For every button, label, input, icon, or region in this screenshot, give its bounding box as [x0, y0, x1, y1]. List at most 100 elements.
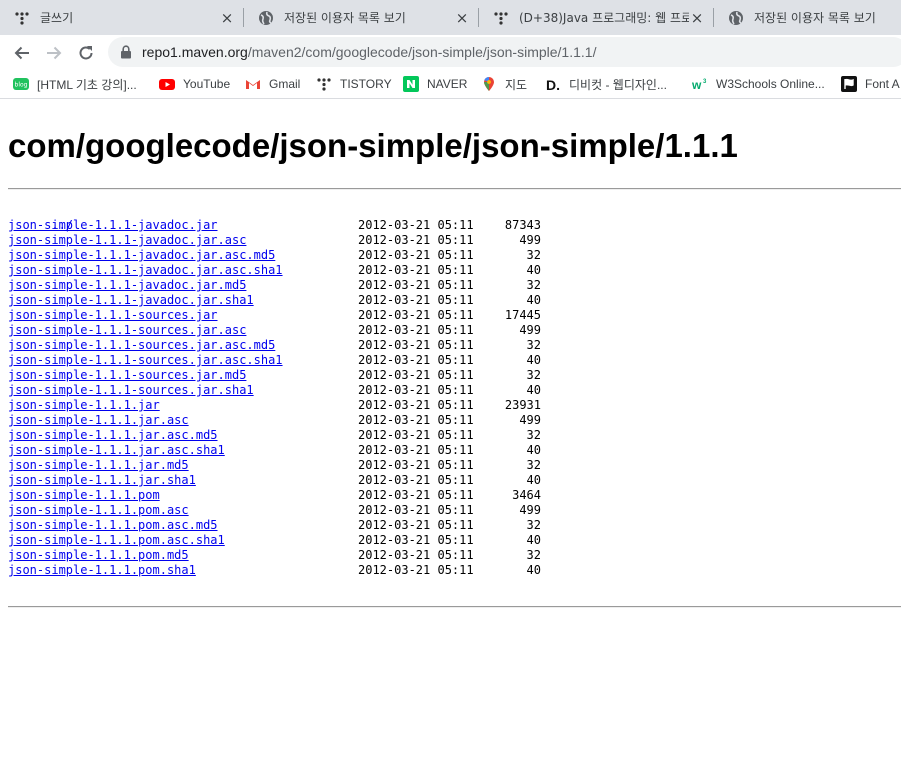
file-size: 87343 [504, 218, 541, 232]
file-date: 2012-03-21 05:11 [358, 293, 474, 307]
file-size: 40 [526, 563, 541, 577]
file-row: json-simple-1.1.1-javadoc.jar.asc.sha1 20… [8, 263, 608, 278]
file-link[interactable]: json-simple-1.1.1-sources.jar [8, 308, 218, 322]
globe-icon [259, 10, 273, 25]
bookmark-html-course[interactable]: blog [HTML 기초 강의]... [13, 70, 137, 98]
bookmark-youtube[interactable]: YouTube [159, 70, 230, 98]
file-row: json-simple-1.1.1.jar.md5 2012-03-21 05:1… [8, 458, 608, 473]
file-link[interactable]: json-simple-1.1.1.jar.asc.md5 [8, 428, 218, 442]
tab-saved-users-2[interactable]: 저장된 이용자 목록 보기 [714, 0, 901, 35]
bookmark-gmail[interactable]: Gmail [245, 70, 300, 98]
bookmark-label: W3Schools Online... [716, 77, 825, 91]
bookmark-tistory[interactable]: TISTORY [316, 70, 392, 98]
file-size: 32 [526, 248, 541, 262]
file-size: 32 [526, 278, 541, 292]
back-button[interactable] [9, 40, 35, 66]
file-link[interactable]: json-simple-1.1.1.jar.asc.sha1 [8, 443, 225, 457]
file-link[interactable]: json-simple-1.1.1.pom [8, 488, 160, 502]
file-link[interactable]: json-simple-1.1.1.jar.md5 [8, 458, 189, 472]
file-size: 40 [526, 533, 541, 547]
file-date: 2012-03-21 05:11 [358, 263, 474, 277]
tab-saved-users[interactable]: 저장된 이용자 목록 보기 × [244, 0, 478, 35]
bookmark-maps[interactable]: 지도 [481, 70, 527, 98]
tab-write[interactable]: 글쓰기 × [0, 0, 243, 35]
reload-button[interactable] [73, 40, 99, 66]
file-size: 499 [519, 413, 541, 427]
file-link[interactable]: json-simple-1.1.1-sources.jar.asc.sha1 [8, 353, 283, 367]
file-date: 2012-03-21 05:11 [358, 323, 474, 337]
file-date: 2012-03-21 05:11 [358, 473, 474, 487]
file-link[interactable]: json-simple-1.1.1.pom.asc.sha1 [8, 533, 225, 547]
file-link[interactable]: json-simple-1.1.1.pom.asc [8, 503, 189, 517]
file-date: 2012-03-21 05:11 [358, 548, 474, 562]
file-date: 2012-03-21 05:11 [358, 218, 474, 232]
file-link[interactable]: json-simple-1.1.1.pom.asc.md5 [8, 518, 218, 532]
file-row: json-simple-1.1.1.pom.asc.sha1 2012-03-21… [8, 533, 608, 548]
file-link[interactable]: json-simple-1.1.1-sources.jar.asc [8, 323, 246, 337]
lock-icon[interactable] [120, 45, 132, 59]
divider-bottom [8, 606, 901, 608]
file-date: 2012-03-21 05:11 [358, 248, 474, 262]
file-rows: json-simple-1.1.1-javadoc.jar 2012-03-21 … [8, 218, 608, 578]
bookmark-w3schools[interactable]: w3 W3Schools Online... [692, 70, 825, 98]
tab-strip: 글쓰기 × 저장된 이용자 목록 보기 × (D+38)Java 프로그래밍: … [0, 0, 901, 35]
file-link[interactable]: json-simple-1.1.1-javadoc.jar.asc [8, 233, 246, 247]
tab-title: (D+38)Java 프로그래밍: 웹 프로 [519, 11, 689, 25]
file-row: json-simple-1.1.1-sources.jar 2012-03-21 … [8, 308, 608, 323]
file-date: 2012-03-21 05:11 [358, 353, 474, 367]
tab-java-programming[interactable]: (D+38)Java 프로그래밍: 웹 프로 × [479, 0, 713, 35]
bookmark-naver[interactable]: NAVER [403, 70, 467, 98]
file-row: json-simple-1.1.1.pom.md5 2012-03-21 05:1… [8, 548, 608, 563]
file-size: 40 [526, 443, 541, 457]
file-link[interactable]: json-simple-1.1.1-javadoc.jar.asc.md5 [8, 248, 275, 262]
url-path: /maven2/com/googlecode/json-simple/json-… [247, 44, 597, 60]
file-row: json-simple-1.1.1-sources.jar.asc.md5 201… [8, 338, 608, 353]
file-date: 2012-03-21 05:11 [358, 338, 474, 352]
google-maps-icon [481, 76, 497, 92]
tab-title: 저장된 이용자 목록 보기 [284, 11, 406, 25]
reload-icon [79, 46, 93, 60]
arrow-left-icon [14, 46, 29, 60]
file-size: 40 [526, 353, 541, 367]
tab-title: 저장된 이용자 목록 보기 [754, 11, 876, 25]
file-link[interactable]: json-simple-1.1.1-javadoc.jar.md5 [8, 278, 246, 292]
file-size: 499 [519, 233, 541, 247]
file-date: 2012-03-21 05:11 [358, 533, 474, 547]
browser-toolbar: repo1.maven.org/maven2/com/googlecode/js… [0, 35, 901, 70]
close-icon[interactable]: × [219, 9, 235, 27]
file-row: json-simple-1.1.1.jar.sha1 2012-03-21 05:… [8, 473, 608, 488]
file-link[interactable]: json-simple-1.1.1.pom.md5 [8, 548, 189, 562]
file-listing: ../ json-simple-1.1.1-javadoc.jar 2012-03… [8, 203, 608, 578]
file-date: 2012-03-21 05:11 [358, 488, 474, 502]
forward-button[interactable] [41, 40, 67, 66]
file-row: json-simple-1.1.1-sources.jar.md5 2012-03… [8, 368, 608, 383]
file-row: json-simple-1.1.1.jar.asc.md5 2012-03-21 … [8, 428, 608, 443]
bookmark-label: Gmail [269, 77, 301, 91]
file-link[interactable]: json-simple-1.1.1-sources.jar.asc.md5 [8, 338, 275, 352]
file-link[interactable]: json-simple-1.1.1-javadoc.jar [8, 218, 218, 232]
file-link[interactable]: json-simple-1.1.1.jar.asc [8, 413, 189, 427]
url-text[interactable]: repo1.maven.org/maven2/com/googlecode/js… [142, 44, 596, 60]
file-date: 2012-03-21 05:11 [358, 398, 474, 412]
svg-text:w: w [692, 78, 702, 92]
file-link[interactable]: json-simple-1.1.1-javadoc.jar.sha1 [8, 293, 254, 307]
close-icon[interactable]: × [689, 9, 705, 27]
bookmark-dbcut[interactable]: D. 디비컷 - 웹디자인... [545, 70, 667, 98]
close-icon[interactable]: × [454, 9, 470, 27]
file-row: json-simple-1.1.1.jar.asc 2012-03-21 05:1… [8, 413, 608, 428]
file-link[interactable]: json-simple-1.1.1-javadoc.jar.asc.sha1 [8, 263, 283, 277]
address-bar[interactable]: repo1.maven.org/maven2/com/googlecode/js… [108, 37, 901, 67]
file-link[interactable]: json-simple-1.1.1.pom.sha1 [8, 563, 196, 577]
arrow-right-icon [47, 46, 62, 60]
file-link[interactable]: json-simple-1.1.1.jar.sha1 [8, 473, 196, 487]
file-row: json-simple-1.1.1-javadoc.jar.asc.md5 201… [8, 248, 608, 263]
naver-blog-icon: blog [13, 76, 29, 92]
file-link[interactable]: json-simple-1.1.1-sources.jar.md5 [8, 368, 246, 382]
file-size: 40 [526, 263, 541, 277]
bookmark-font-awesome[interactable]: Font A [841, 70, 900, 98]
file-date: 2012-03-21 05:11 [358, 368, 474, 382]
file-link[interactable]: json-simple-1.1.1-sources.jar.sha1 [8, 383, 254, 397]
file-link[interactable]: json-simple-1.1.1.jar [8, 398, 160, 412]
bookmark-label: YouTube [183, 77, 231, 91]
file-row: json-simple-1.1.1.pom 2012-03-21 05:11 346… [8, 488, 608, 503]
